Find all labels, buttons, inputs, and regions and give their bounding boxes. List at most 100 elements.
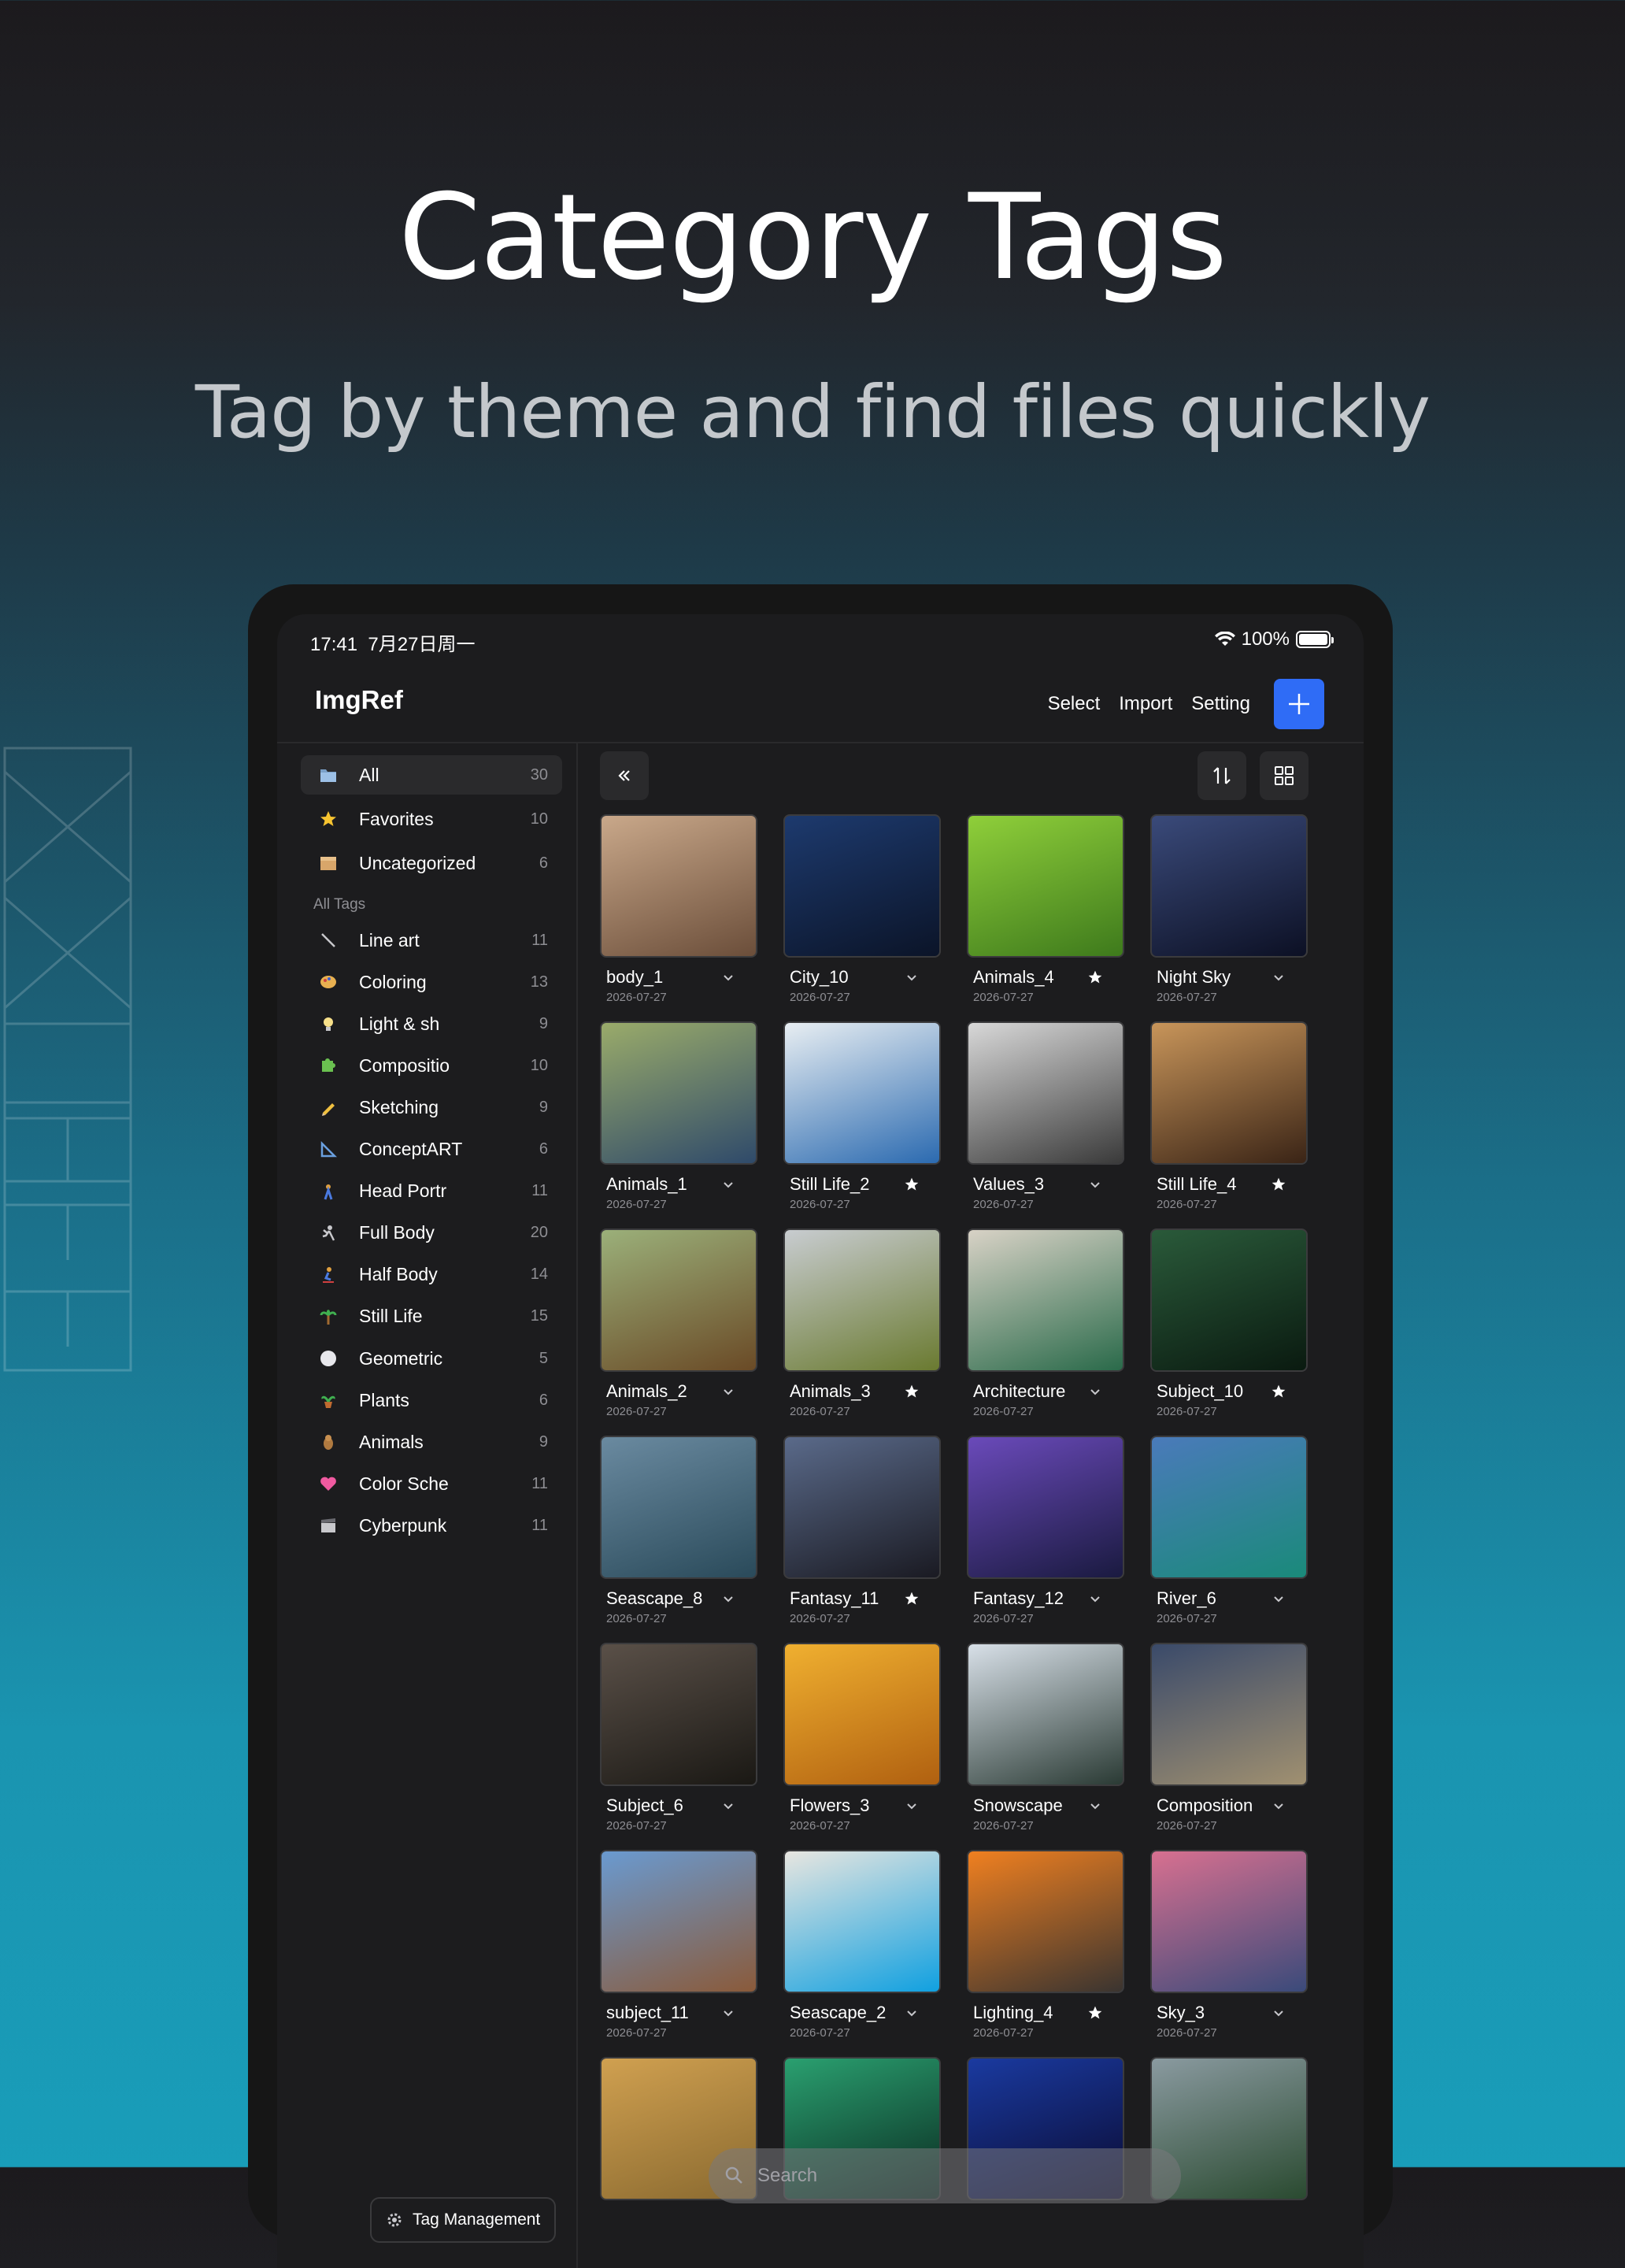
- image-card[interactable]: Lighting_4 2026-07-27: [967, 1850, 1124, 2048]
- favorite-star-icon[interactable]: [903, 1176, 920, 1193]
- image-card[interactable]: Architecture 2026-07-27: [967, 1228, 1124, 1427]
- image-thumbnail[interactable]: [600, 1850, 757, 1993]
- chevron-down-icon[interactable]: [1086, 1797, 1104, 1814]
- favorite-star-icon[interactable]: [903, 1590, 920, 1607]
- sidebar-item-uncategorized[interactable]: Uncategorized 6: [301, 843, 562, 883]
- image-card[interactable]: Sky_3 2026-07-27: [1150, 1850, 1308, 2048]
- sidebar-tag-item[interactable]: Line art 11: [301, 921, 562, 960]
- chevron-down-icon[interactable]: [1270, 1590, 1287, 1607]
- image-thumbnail[interactable]: [1150, 1436, 1308, 1579]
- image-card[interactable]: body_1 2026-07-27: [600, 814, 757, 1013]
- image-card[interactable]: Subject_6 2026-07-27: [600, 1643, 757, 1841]
- chevron-down-icon[interactable]: [903, 1797, 920, 1814]
- image-thumbnail[interactable]: [600, 1228, 757, 1372]
- grid-view-button[interactable]: [1260, 751, 1309, 800]
- image-thumbnail[interactable]: [967, 1643, 1124, 1786]
- image-card[interactable]: Seascape_8 2026-07-27: [600, 1436, 757, 1634]
- sidebar-tag-item[interactable]: Cyberpunk 11: [301, 1506, 562, 1545]
- add-button[interactable]: [1274, 679, 1324, 729]
- favorite-star-icon[interactable]: [903, 1383, 920, 1400]
- chevron-down-icon[interactable]: [720, 2004, 737, 2022]
- chevron-down-icon[interactable]: [1270, 1797, 1287, 1814]
- image-thumbnail[interactable]: [1150, 1021, 1308, 1165]
- setting-button[interactable]: Setting: [1191, 693, 1250, 715]
- sidebar-tag-item[interactable]: Geometric 5: [301, 1339, 562, 1378]
- chevron-down-icon[interactable]: [1270, 969, 1287, 986]
- sidebar-tag-item[interactable]: Full Body 20: [301, 1214, 562, 1253]
- image-card[interactable]: Composition 2026-07-27: [1150, 1643, 1308, 1841]
- image-thumbnail[interactable]: [967, 1436, 1124, 1579]
- sidebar-tag-item[interactable]: Light & sh 9: [301, 1004, 562, 1043]
- sidebar-tag-item[interactable]: Half Body 14: [301, 1255, 562, 1295]
- image-thumbnail[interactable]: [783, 1228, 941, 1372]
- chevron-down-icon[interactable]: [1270, 2004, 1287, 2022]
- image-card[interactable]: Flowers_3 2026-07-27: [783, 1643, 941, 1841]
- import-button[interactable]: Import: [1119, 693, 1172, 715]
- image-thumbnail[interactable]: [783, 1436, 941, 1579]
- sidebar-item-favorites[interactable]: Favorites 10: [301, 799, 562, 839]
- image-card[interactable]: Fantasy_12 2026-07-27: [967, 1436, 1124, 1634]
- chevron-down-icon[interactable]: [720, 1383, 737, 1400]
- sidebar-item-all[interactable]: All 30: [301, 755, 562, 795]
- sidebar-tag-item[interactable]: ConceptART 6: [301, 1130, 562, 1169]
- image-thumbnail[interactable]: [783, 1643, 941, 1786]
- image-card[interactable]: [1150, 2057, 1308, 2255]
- image-thumbnail[interactable]: [1150, 1850, 1308, 1993]
- chevron-down-icon[interactable]: [903, 969, 920, 986]
- image-card[interactable]: Subject_10 2026-07-27: [1150, 1228, 1308, 1427]
- chevron-down-icon[interactable]: [720, 1590, 737, 1607]
- image-thumbnail[interactable]: [967, 1850, 1124, 1993]
- chevron-down-icon[interactable]: [1086, 1383, 1104, 1400]
- search-bar[interactable]: Search: [709, 2148, 1181, 2203]
- image-card[interactable]: Values_3 2026-07-27: [967, 1021, 1124, 1220]
- chevron-down-icon[interactable]: [720, 1176, 737, 1193]
- image-thumbnail[interactable]: [1150, 1228, 1308, 1372]
- image-thumbnail[interactable]: [967, 814, 1124, 958]
- chevron-down-icon[interactable]: [1086, 1176, 1104, 1193]
- image-card[interactable]: Animals_1 2026-07-27: [600, 1021, 757, 1220]
- image-card[interactable]: Animals_3 2026-07-27: [783, 1228, 941, 1427]
- sidebar-tag-item[interactable]: Plants 6: [301, 1380, 562, 1420]
- image-thumbnail[interactable]: [1150, 814, 1308, 958]
- image-card[interactable]: City_10 2026-07-27: [783, 814, 941, 1013]
- image-card[interactable]: Still Life_4 2026-07-27: [1150, 1021, 1308, 1220]
- image-thumbnail[interactable]: [967, 1021, 1124, 1165]
- favorite-star-icon[interactable]: [1270, 1383, 1287, 1400]
- image-thumbnail[interactable]: [783, 1850, 941, 1993]
- chevron-down-icon[interactable]: [1086, 1590, 1104, 1607]
- select-button[interactable]: Select: [1048, 693, 1101, 715]
- chevron-down-icon[interactable]: [720, 1797, 737, 1814]
- sidebar-tag-item[interactable]: Sketching 9: [301, 1088, 562, 1127]
- sidebar-tag-item[interactable]: Coloring 13: [301, 962, 562, 1002]
- image-thumbnail[interactable]: [600, 814, 757, 958]
- image-card[interactable]: Fantasy_11 2026-07-27: [783, 1436, 941, 1634]
- image-card[interactable]: Animals_4 2026-07-27: [967, 814, 1124, 1013]
- sidebar-tag-item[interactable]: Animals 9: [301, 1422, 562, 1462]
- sidebar-tag-item[interactable]: Still Life 15: [301, 1297, 562, 1336]
- image-thumbnail[interactable]: [600, 1436, 757, 1579]
- image-card[interactable]: subject_11 2026-07-27: [600, 1850, 757, 2048]
- sidebar-tag-item[interactable]: Compositio 10: [301, 1046, 562, 1085]
- image-thumbnail[interactable]: [967, 1228, 1124, 1372]
- image-card[interactable]: Animals_2 2026-07-27: [600, 1228, 757, 1427]
- favorite-star-icon[interactable]: [1086, 2004, 1104, 2022]
- image-card[interactable]: Night Sky 2026-07-27: [1150, 814, 1308, 1013]
- sidebar-tag-item[interactable]: Color Sche 11: [301, 1464, 562, 1503]
- image-card[interactable]: Snowscape 2026-07-27: [967, 1643, 1124, 1841]
- image-card[interactable]: Seascape_2 2026-07-27: [783, 1850, 941, 2048]
- sidebar-tag-item[interactable]: Head Portr 11: [301, 1172, 562, 1211]
- chevron-down-icon[interactable]: [720, 969, 737, 986]
- image-card[interactable]: Still Life_2 2026-07-27: [783, 1021, 941, 1220]
- image-card[interactable]: River_6 2026-07-27: [1150, 1436, 1308, 1634]
- image-thumbnail[interactable]: [600, 1643, 757, 1786]
- favorite-star-icon[interactable]: [1086, 969, 1104, 986]
- favorite-star-icon[interactable]: [1270, 1176, 1287, 1193]
- image-thumbnail[interactable]: [1150, 1643, 1308, 1786]
- chevron-down-icon[interactable]: [903, 2004, 920, 2022]
- image-thumbnail[interactable]: [600, 1021, 757, 1165]
- sort-button[interactable]: [1197, 751, 1246, 800]
- tag-management-button[interactable]: Tag Management: [370, 2197, 557, 2243]
- collapse-sidebar-button[interactable]: [600, 751, 649, 800]
- image-thumbnail[interactable]: [783, 1021, 941, 1165]
- image-thumbnail[interactable]: [783, 814, 941, 958]
